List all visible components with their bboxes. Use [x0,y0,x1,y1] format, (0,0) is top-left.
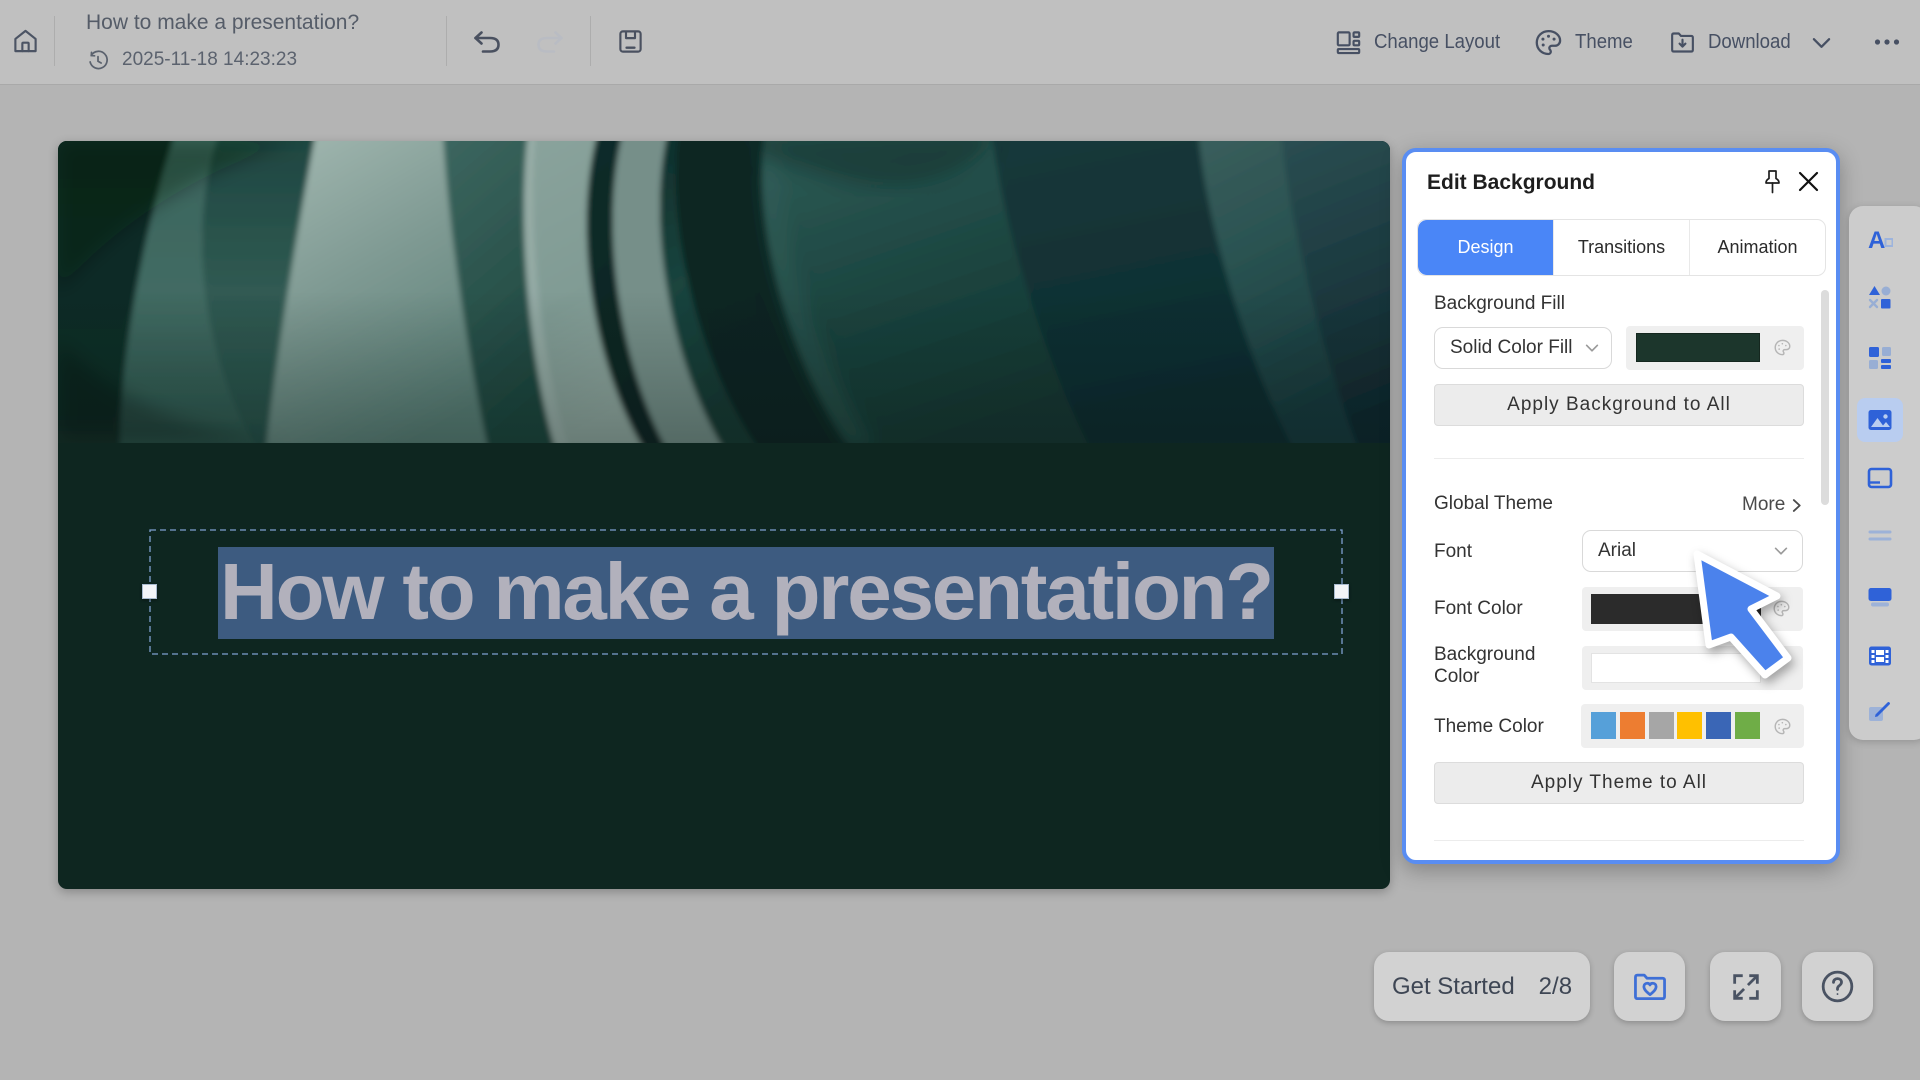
svg-text:A: A [1868,227,1885,253]
